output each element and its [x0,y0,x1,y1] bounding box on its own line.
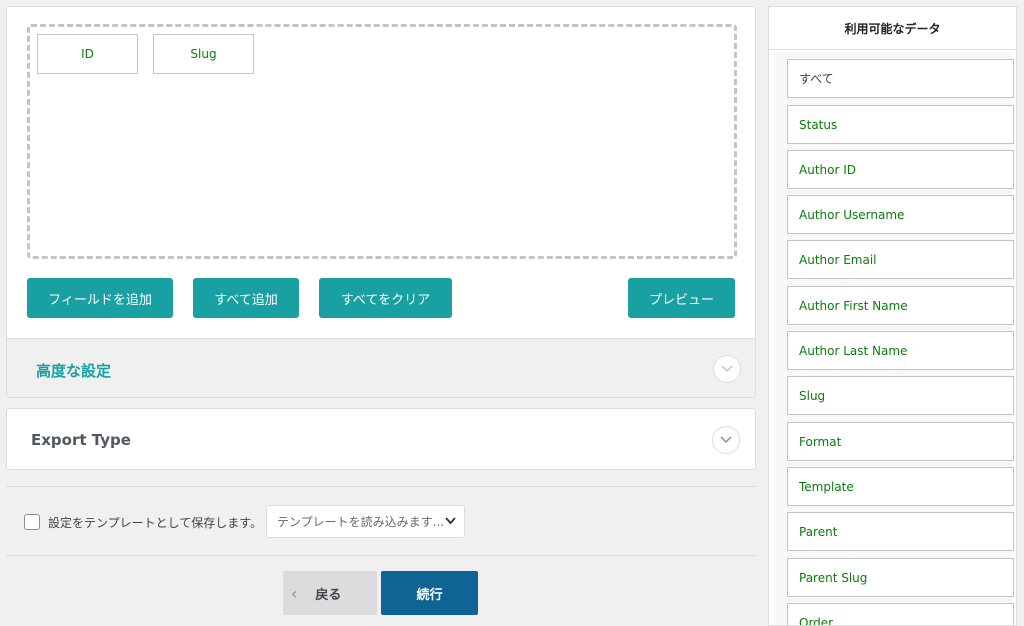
data-field-item[interactable]: Status [787,105,1014,144]
load-template-placeholder: テンプレートを読み込みます... [277,515,445,529]
load-template-select[interactable]: テンプレートを読み込みます... [266,505,465,538]
field-chip-slug[interactable]: Slug [153,34,254,74]
data-field-item[interactable]: Author Email [787,240,1014,279]
data-field-item[interactable]: Author Username [787,195,1014,234]
data-field-item[interactable]: Parent [787,512,1014,551]
data-field-item[interactable]: Order [787,603,1014,625]
continue-button[interactable]: 続行 [381,571,478,615]
available-data-title: 利用可能なデータ [769,7,1016,50]
export-type-title: Export Type [31,431,131,449]
available-data-sidebar: 利用可能なデータ すべて Status Author ID Author Use… [768,6,1017,626]
export-type-section[interactable]: Export Type [6,408,756,470]
chevron-left-icon: ‹ [291,583,298,603]
window-edge [1017,0,1024,622]
add-all-button[interactable]: すべて追加 [193,278,299,318]
advanced-settings-toggle[interactable]: 高度な設定 [7,338,755,397]
advanced-settings-title: 高度な設定 [36,362,112,380]
save-template-label: 設定をテンプレートとして保存します。 [48,515,263,530]
save-template-row: 設定をテンプレートとして保存します。 [24,506,262,538]
available-data-list[interactable]: すべて Status Author ID Author Username Aut… [775,52,1014,625]
field-chip-id[interactable]: ID [37,34,138,74]
chevron-down-icon [445,517,456,525]
chevron-down-icon[interactable] [713,355,741,383]
data-field-item[interactable]: Parent Slug [787,558,1014,597]
divider [6,555,756,556]
field-dropzone[interactable]: ID Slug [27,24,737,259]
back-button-label: 戻る [315,587,342,603]
export-main-panel: ID Slug フィールドを追加 すべて追加 すべてをクリア プレビュー 高度な… [0,0,762,622]
data-field-item[interactable]: Author Last Name [787,331,1014,370]
data-field-item[interactable]: Format [787,422,1014,461]
clear-all-button[interactable]: すべてをクリア [319,278,452,318]
data-field-all[interactable]: すべて [787,59,1014,98]
data-field-item[interactable]: Author First Name [787,286,1014,325]
data-field-item[interactable]: Template [787,467,1014,506]
data-field-item[interactable]: Slug [787,376,1014,415]
data-field-item[interactable]: Author ID [787,150,1014,189]
chevron-down-icon[interactable] [712,426,740,454]
add-field-button[interactable]: フィールドを追加 [27,278,173,318]
field-builder-card: ID Slug フィールドを追加 すべて追加 すべてをクリア プレビュー 高度な… [6,6,756,398]
preview-button[interactable]: プレビュー [628,278,735,318]
save-template-checkbox[interactable] [24,514,40,530]
back-button[interactable]: ‹ 戻る [283,571,377,615]
divider [6,486,756,487]
